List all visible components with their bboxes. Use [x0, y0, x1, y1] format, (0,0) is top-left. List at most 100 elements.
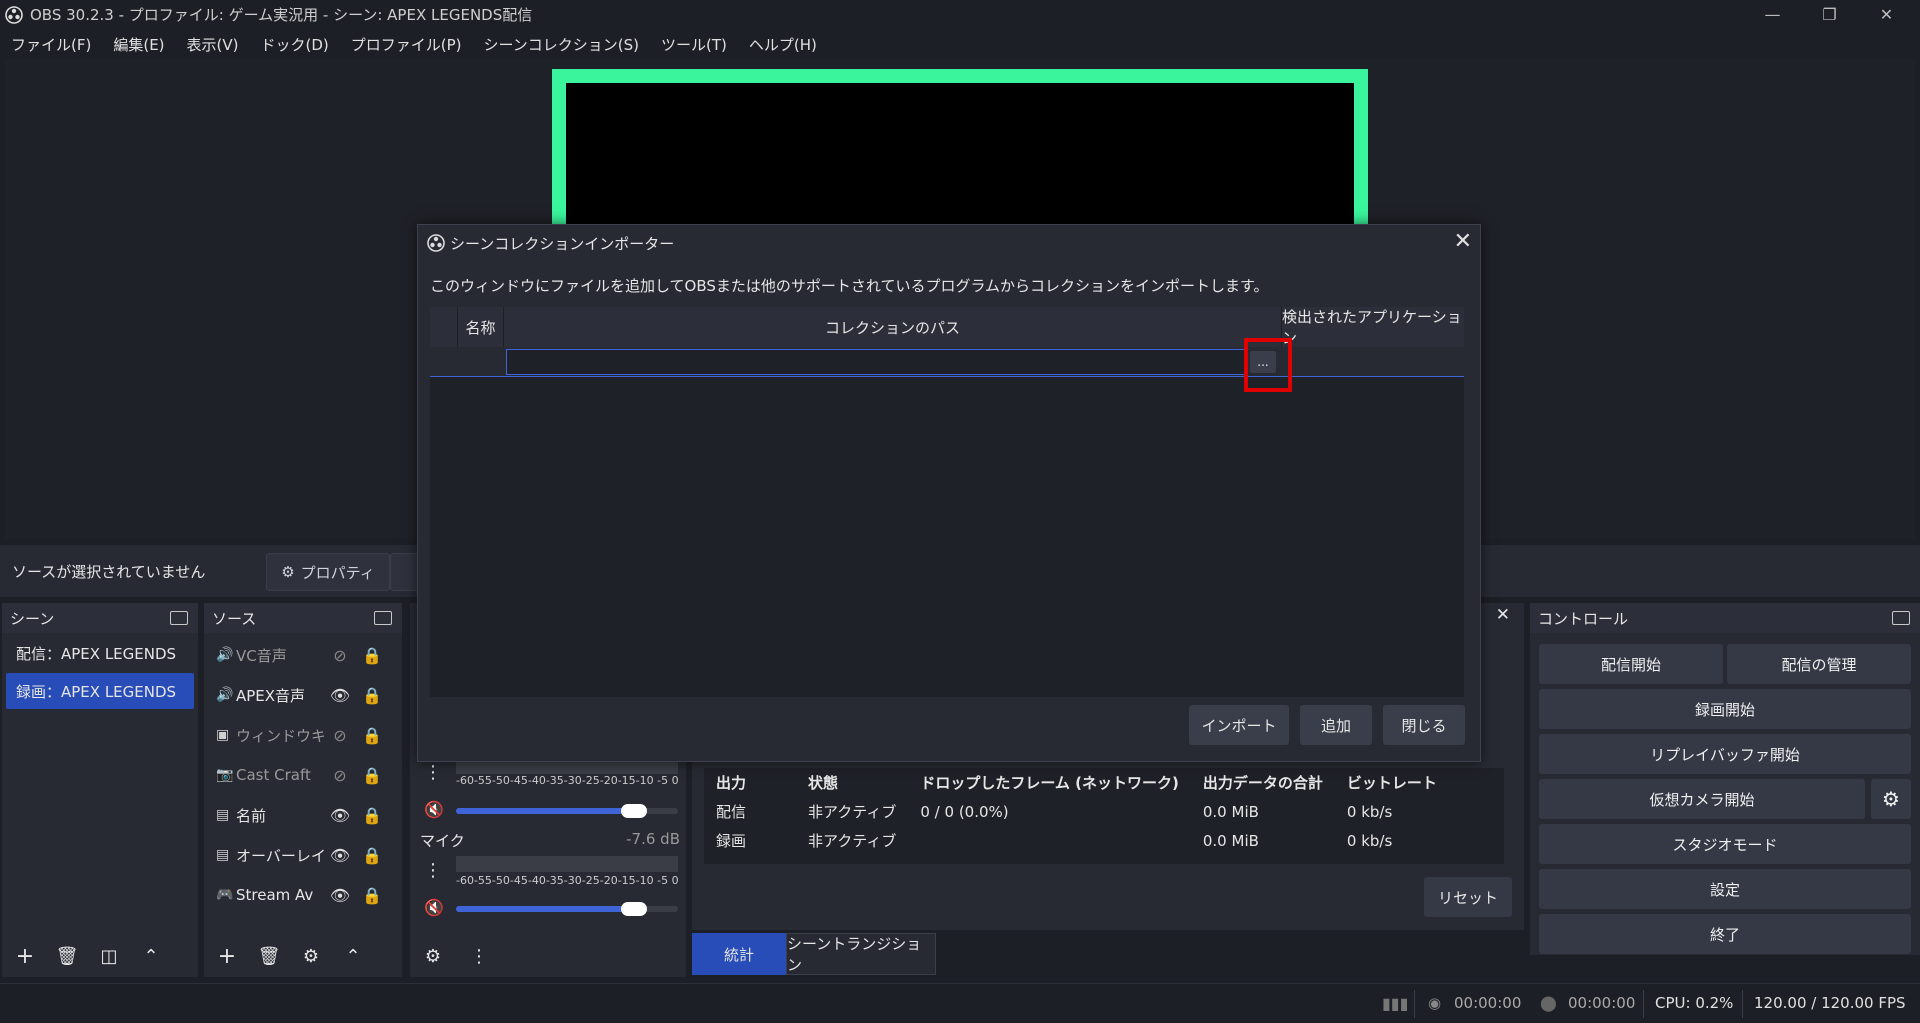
- cell: 0 kb/s: [1346, 802, 1393, 821]
- remove-source-icon[interactable]: 🗑: [252, 941, 286, 971]
- sources-dock: ソース 🔊 VC音声 ⊘ 🔒 🔊 APEX音声 👁 🔒 ▣ ウィンドウキ ⊘ 🔒 📷 Cast Craft…: [204, 603, 402, 977]
- tab-scene-transitions[interactable]: シーントランジション: [786, 933, 936, 975]
- channel-menu-icon[interactable]: ⋮: [424, 762, 442, 783]
- restore-button[interactable]: ❐: [1801, 0, 1858, 29]
- manage-stream-button[interactable]: 配信の管理: [1727, 644, 1911, 684]
- eye-icon[interactable]: 👁: [324, 806, 356, 825]
- minimize-button[interactable]: —: [1744, 0, 1801, 29]
- speaker-icon: 🔊: [216, 647, 234, 663]
- eye-icon[interactable]: 👁: [324, 846, 356, 865]
- title-bar: OBS 30.2.3 - プロファイル: ゲーム実況用 - シーン: APEX …: [0, 0, 1920, 29]
- source-properties-icon[interactable]: ⚙: [294, 941, 328, 971]
- source-item[interactable]: 🔊 VC音声 ⊘ 🔒: [204, 635, 402, 675]
- lock-icon[interactable]: 🔒: [356, 646, 388, 665]
- close-window-button[interactable]: ✕: [1858, 0, 1915, 29]
- table-row[interactable]: ...: [430, 347, 1464, 377]
- studio-mode-button[interactable]: スタジオモード: [1539, 824, 1911, 864]
- preview-canvas[interactable]: [552, 69, 1368, 225]
- menu-tools[interactable]: ツール(T): [650, 34, 738, 55]
- mixer-menu-icon[interactable]: ⋮: [462, 941, 496, 971]
- menu-scene-collection[interactable]: シーンコレクション(S): [473, 34, 650, 55]
- muted-speaker-icon[interactable]: 🔇: [424, 898, 444, 917]
- menu-profile[interactable]: プロファイル(P): [340, 34, 473, 55]
- import-button[interactable]: インポート: [1189, 705, 1289, 745]
- obs-logo-icon: [427, 234, 445, 252]
- source-item[interactable]: ▣ ウィンドウキ ⊘ 🔒: [204, 715, 402, 755]
- volume-slider[interactable]: [456, 902, 678, 916]
- tab-stats[interactable]: 統計: [692, 933, 786, 975]
- exit-button[interactable]: 終了: [1539, 914, 1911, 954]
- virtual-camera-settings-icon[interactable]: ⚙: [1871, 779, 1911, 819]
- eye-hidden-icon[interactable]: ⊘: [324, 766, 356, 785]
- undock-icon[interactable]: [1892, 611, 1910, 625]
- start-virtual-camera-button[interactable]: 仮想カメラ開始: [1539, 779, 1865, 819]
- lock-icon[interactable]: 🔒: [356, 806, 388, 825]
- properties-button[interactable]: ⚙ プロパティ: [266, 553, 390, 591]
- cell: 非アクティブ: [808, 832, 897, 850]
- reset-button[interactable]: リセット: [1424, 877, 1512, 917]
- menu-file[interactable]: ファイル(F): [0, 34, 102, 55]
- volume-slider[interactable]: [456, 804, 678, 818]
- menu-edit[interactable]: 編集(E): [102, 34, 175, 55]
- undock-icon[interactable]: [170, 611, 188, 625]
- controls-dock-header: コントロール: [1530, 603, 1920, 633]
- start-stream-button[interactable]: 配信開始: [1539, 644, 1723, 684]
- remove-scene-icon[interactable]: 🗑: [50, 941, 84, 971]
- scene-filters-icon[interactable]: ◫: [92, 941, 126, 971]
- eye-icon[interactable]: 👁: [324, 886, 356, 905]
- add-button[interactable]: 追加: [1300, 705, 1372, 745]
- collection-path-input[interactable]: [506, 349, 1246, 375]
- undock-icon[interactable]: [374, 611, 392, 625]
- close-icon[interactable]: ✕: [1454, 229, 1472, 254]
- table-row: 録画 非アクティブ 0.0 MiB 0 kb/s: [704, 826, 1449, 855]
- add-source-icon[interactable]: +: [210, 941, 244, 971]
- source-item[interactable]: 🔊 APEX音声 👁 🔒: [204, 675, 402, 715]
- volume-slider-knob[interactable]: [620, 804, 647, 818]
- filters-button[interactable]: [390, 553, 420, 591]
- controls-title: コントロール: [1538, 609, 1629, 628]
- lock-icon[interactable]: 🔒: [356, 766, 388, 785]
- start-replay-buffer-button[interactable]: リプレイバッファ開始: [1539, 734, 1911, 774]
- eye-hidden-icon[interactable]: ⊘: [324, 726, 356, 745]
- lock-icon[interactable]: 🔒: [356, 886, 388, 905]
- highlight-box: [1244, 338, 1292, 392]
- dialog-title-bar: シーンコレクションインポーター ✕: [418, 225, 1480, 261]
- dialog-description: このウィンドウにファイルを追加してOBSまたは他のサポートされているプログラムか…: [430, 277, 1269, 295]
- source-item[interactable]: ▤ 名前 👁 🔒: [204, 795, 402, 835]
- eye-hidden-icon[interactable]: ⊘: [324, 646, 356, 665]
- lock-icon[interactable]: 🔒: [356, 726, 388, 745]
- advanced-audio-icon[interactable]: ⚙: [416, 941, 450, 971]
- menu-view[interactable]: 表示(V): [176, 34, 250, 55]
- window-title: OBS 30.2.3 - プロファイル: ゲーム実況用 - シーン: APEX …: [30, 6, 533, 24]
- move-up-icon[interactable]: ⌃: [336, 941, 370, 971]
- lock-icon[interactable]: 🔒: [356, 686, 388, 705]
- cell: 0 / 0 (0.0%): [920, 802, 1009, 821]
- channel-menu-icon[interactable]: ⋮: [424, 860, 442, 881]
- source-name: ウィンドウキ: [236, 726, 324, 745]
- close-button[interactable]: 閉じる: [1383, 705, 1465, 745]
- meter-scale: -60-55-50-45-40-35-30-25-20-15-10 -5 0: [456, 874, 679, 887]
- menu-dock[interactable]: ドック(D): [250, 34, 340, 55]
- close-dock-icon[interactable]: ✕: [1496, 605, 1510, 625]
- source-item[interactable]: 📷 Cast Craft ⊘ 🔒: [204, 755, 402, 795]
- window-icon: ▣: [216, 727, 230, 743]
- source-item[interactable]: ▤ オーバーレイ 👁 🔒: [204, 835, 402, 875]
- scene-item-selected[interactable]: 録画：APEX LEGENDS: [6, 673, 194, 709]
- move-up-icon[interactable]: ⌃: [134, 941, 168, 971]
- eye-icon[interactable]: 👁: [324, 686, 356, 705]
- start-recording-button[interactable]: 録画開始: [1539, 689, 1911, 729]
- volume-slider-knob[interactable]: [620, 902, 647, 916]
- scene-item[interactable]: 配信：APEX LEGENDS: [6, 635, 194, 671]
- add-scene-icon[interactable]: +: [8, 941, 42, 971]
- mic-db: -7.6 dB: [626, 830, 680, 848]
- source-name: 名前: [236, 806, 267, 825]
- menu-help[interactable]: ヘルプ(H): [738, 34, 828, 55]
- stream-status-icon: ◉: [1428, 994, 1442, 1012]
- muted-speaker-icon[interactable]: 🔇: [424, 800, 444, 819]
- signal-icon: ▮▮▮: [1382, 994, 1409, 1013]
- source-name: Cast Craft: [236, 766, 311, 784]
- cell: 0.0 MiB: [1202, 831, 1259, 850]
- source-item[interactable]: 🎮 Stream Av 👁 🔒: [204, 875, 402, 915]
- settings-button[interactable]: 設定: [1539, 869, 1911, 909]
- lock-icon[interactable]: 🔒: [356, 846, 388, 865]
